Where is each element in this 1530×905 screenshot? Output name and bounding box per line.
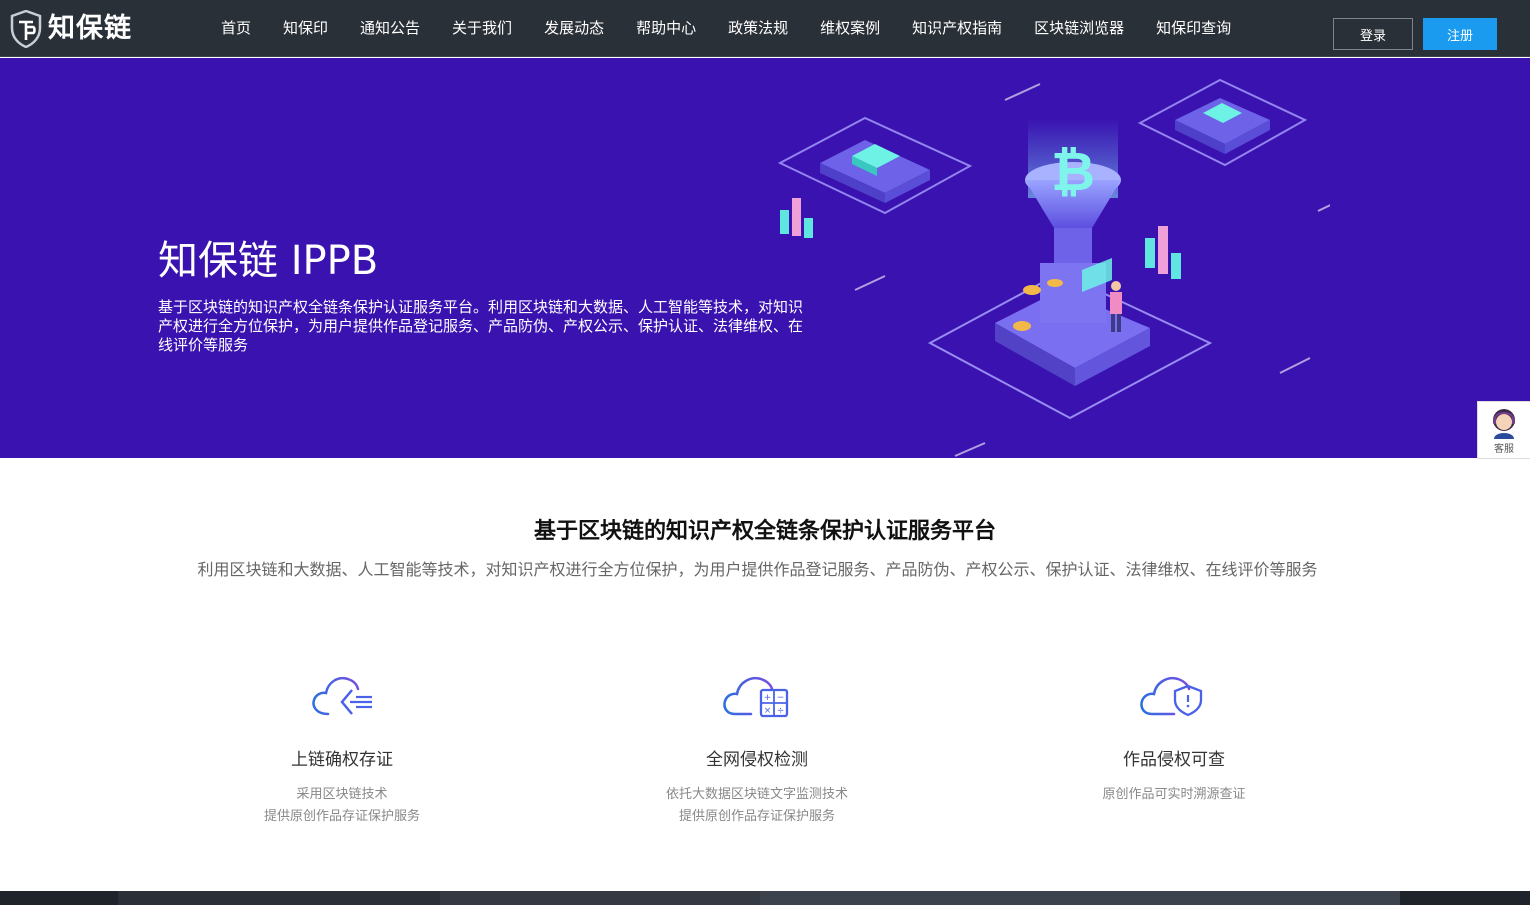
nav-item-cases[interactable]: 维权案例 <box>804 0 896 57</box>
customer-service-avatar-icon <box>1493 409 1515 439</box>
right-bar-chart <box>1145 226 1181 279</box>
svg-text:+: + <box>764 693 772 703</box>
nav-item-about[interactable]: 关于我们 <box>436 0 528 57</box>
feature-line: 依托大数据区块链文字监测技术 <box>665 787 848 802</box>
nav-item-help[interactable]: 帮助中心 <box>620 0 712 57</box>
top-navbar: 知保链 首页 知保印 通知公告 关于我们 发展动态 帮助中心 政策法规 维权案例… <box>0 0 1530 57</box>
preview-panel <box>440 891 760 905</box>
blockchain-illustration: ₿ <box>777 78 1330 457</box>
svg-text:×: × <box>764 706 772 716</box>
svg-text:₿: ₿ <box>1051 140 1095 203</box>
feature-list: 上链确权存证 采用区块链技术 提供原创作品存证保护服务 + − × ÷ 全网侵权… <box>0 670 1530 840</box>
left-bar-chart <box>780 198 813 238</box>
login-button[interactable]: 登录 <box>1333 18 1413 50</box>
section-description: 利用区块链和大数据、人工智能等技术，对知识产权进行全方位保护，为用户提供作品登记… <box>197 560 1318 579</box>
feature-title: 上链确权存证 <box>291 750 393 770</box>
section-title: 基于区块链的知识产权全链条保护认证服务平台 <box>533 519 996 544</box>
feature-line: 提供原创作品存证保护服务 <box>678 809 835 824</box>
feature-item: 作品侵权可查 原创作品可实时溯源查证 <box>1024 670 1324 806</box>
nav-item-notices[interactable]: 通知公告 <box>344 0 436 57</box>
nav-item-ip-guide[interactable]: 知识产权指南 <box>896 0 1018 57</box>
nav-item-news[interactable]: 发展动态 <box>528 0 620 57</box>
nav-item-zhibaoyin[interactable]: 知保印 <box>267 0 344 57</box>
customer-service-label: 客服 <box>1494 444 1514 455</box>
svg-text:÷: ÷ <box>777 706 785 716</box>
nav-item-blockchain-explorer[interactable]: 区块链浏览器 <box>1018 0 1140 57</box>
logo-text: 知保链 <box>48 13 132 44</box>
hero-banner: 知保链 IPPB 基于区块链的知识产权全链条保护认证服务平台。利用区块链和大数据… <box>0 58 1530 458</box>
feature-line: 提供原创作品存证保护服务 <box>263 809 420 824</box>
main-nav: 首页 知保印 通知公告 关于我们 发展动态 帮助中心 政策法规 维权案例 知识产… <box>205 0 1247 57</box>
next-section-preview <box>0 891 1530 905</box>
hero-title: 知保链 IPPB <box>158 238 379 284</box>
feature-title: 全网侵权检测 <box>706 750 808 770</box>
cloud-calculator-icon: + − × ÷ <box>723 677 789 718</box>
right-chip <box>1137 78 1308 167</box>
svg-text:−: − <box>777 693 785 703</box>
shield-logo-icon <box>10 10 42 48</box>
feature-item: + − × ÷ 全网侵权检测 依托大数据区块链文字监测技术 提供原创作品存证保护… <box>607 670 907 828</box>
feature-line: 原创作品可实时溯源查证 <box>1102 787 1246 802</box>
register-button[interactable]: 注册 <box>1423 18 1497 50</box>
preview-panel <box>760 891 1400 905</box>
feature-item: 上链确权存证 采用区块链技术 提供原创作品存证保护服务 <box>192 670 492 828</box>
hero-description: 基于区块链的知识产权全链条保护认证服务平台。利用区块链和大数据、人工智能等技术，… <box>158 298 804 354</box>
nav-item-home[interactable]: 首页 <box>205 0 267 57</box>
feature-title: 作品侵权可查 <box>1123 750 1225 770</box>
nav-item-zhibaoyin-query[interactable]: 知保印查询 <box>1140 0 1247 57</box>
feature-line: 采用区块链技术 <box>296 787 388 802</box>
site-logo[interactable]: 知保链 <box>10 10 132 48</box>
preview-panel <box>118 891 440 905</box>
customer-service-widget[interactable]: 客服 <box>1477 401 1530 459</box>
nav-item-policy[interactable]: 政策法规 <box>712 0 804 57</box>
cloud-shield-icon <box>1140 677 1203 717</box>
cloud-upload-icon <box>312 677 372 716</box>
left-chip <box>777 116 973 215</box>
